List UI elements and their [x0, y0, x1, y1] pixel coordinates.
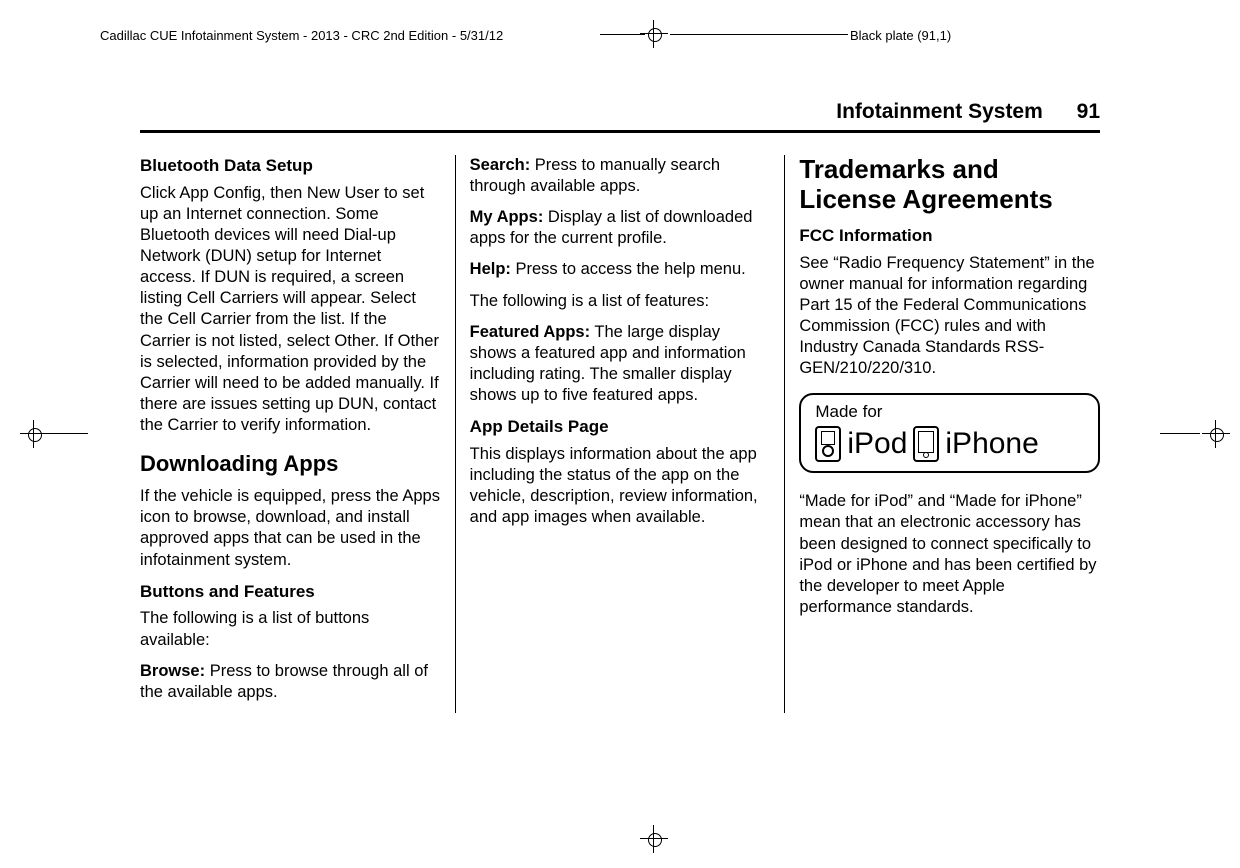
meta-rule — [670, 34, 848, 35]
term-search: Search: — [470, 156, 531, 174]
term-myapps: My Apps: — [470, 208, 544, 226]
column-3: Trademarks and License Agreements FCC In… — [784, 155, 1100, 713]
meta-rule — [600, 34, 645, 35]
heading-trademarks: Trademarks and License Agreements — [799, 155, 1100, 215]
heading-buttons: Buttons and Features — [140, 581, 441, 603]
register-mark-right — [1202, 420, 1230, 453]
column-1: Bluetooth Data Setup Click App Config, t… — [140, 155, 455, 713]
features-intro: The following is a list of features: — [470, 291, 771, 312]
page-number: 91 — [1077, 100, 1100, 124]
side-tick — [1160, 433, 1200, 434]
item-myapps: My Apps: Display a list of downloaded ap… — [470, 207, 771, 249]
heading-bluetooth: Bluetooth Data Setup — [140, 155, 441, 177]
made-for-label: Made for — [815, 401, 1084, 423]
made-for-iphone: iPhone — [913, 425, 1038, 463]
term-browse: Browse: — [140, 662, 205, 680]
running-head: Infotainment System 91 — [140, 100, 1100, 133]
register-mark-top — [640, 20, 668, 53]
item-search: Search: Press to manually search through… — [470, 155, 771, 197]
body-help: Press to access the help menu. — [511, 260, 746, 278]
ipod-icon — [815, 426, 841, 462]
crop-meta-row: Cadillac CUE Infotainment System - 2013 … — [100, 28, 1140, 43]
doc-title: Cadillac CUE Infotainment System - 2013 … — [100, 28, 503, 43]
para-downloading: If the vehicle is equipped, press the Ap… — [140, 486, 441, 570]
para-bluetooth: Click App Config, then New User to set u… — [140, 183, 441, 436]
heading-appdetails: App Details Page — [470, 416, 771, 438]
para-buttons-intro: The following is a list of buttons avail… — [140, 608, 441, 650]
columns: Bluetooth Data Setup Click App Config, t… — [140, 155, 1100, 713]
register-mark-bottom — [640, 825, 668, 858]
heading-fcc: FCC Information — [799, 225, 1100, 247]
column-2: Search: Press to manually search through… — [455, 155, 785, 713]
made-for-badge: Made for iPod iPhone — [799, 393, 1100, 473]
item-help: Help: Press to access the help menu. — [470, 259, 771, 280]
para-madefor: “Made for iPod” and “Made for iPhone” me… — [799, 491, 1100, 618]
page-body: Infotainment System 91 Bluetooth Data Se… — [140, 100, 1100, 713]
item-browse: Browse: Press to browse through all of t… — [140, 661, 441, 703]
made-for-row: iPod iPhone — [815, 425, 1084, 463]
ipod-text: iPod — [847, 425, 907, 463]
made-for-ipod: iPod — [815, 425, 907, 463]
heading-downloading: Downloading Apps — [140, 450, 441, 478]
register-mark-left — [20, 420, 48, 453]
iphone-text: iPhone — [945, 425, 1038, 463]
para-fcc: See “Radio Frequency Statement” in the o… — [799, 253, 1100, 380]
side-tick — [48, 433, 88, 434]
para-appdetails: This displays information about the app … — [470, 444, 771, 528]
section-title: Infotainment System — [836, 100, 1043, 123]
term-featured: Featured Apps: — [470, 323, 590, 341]
iphone-icon — [913, 426, 939, 462]
item-featured: Featured Apps: The large display shows a… — [470, 322, 771, 406]
black-plate-label: Black plate (91,1) — [850, 28, 951, 43]
term-help: Help: — [470, 260, 511, 278]
